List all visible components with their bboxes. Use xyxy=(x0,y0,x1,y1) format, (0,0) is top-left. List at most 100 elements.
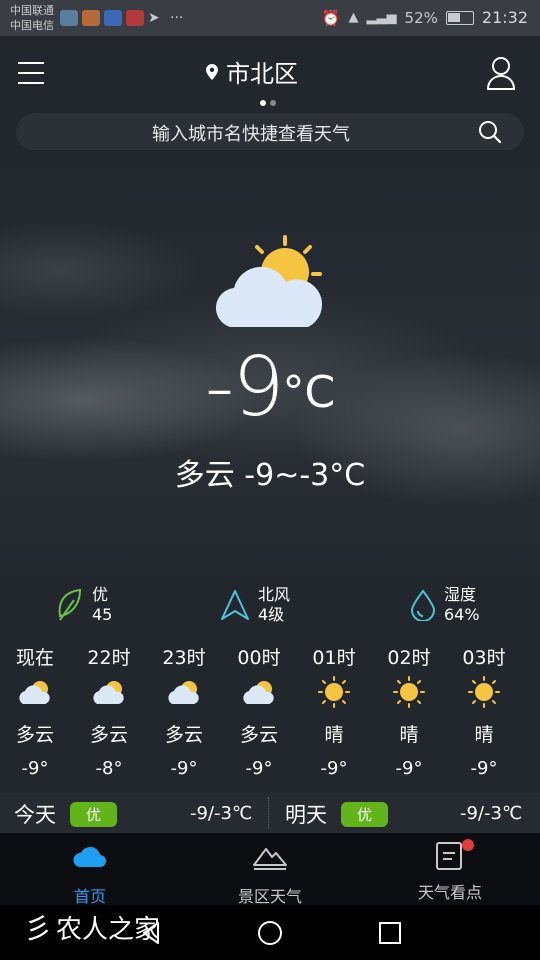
hour-time: 现在 xyxy=(15,647,54,669)
menu-button[interactable] xyxy=(18,62,44,84)
sunny-icon xyxy=(468,676,500,708)
cloudy-icon xyxy=(243,681,274,704)
hour-temperature: -9° xyxy=(320,758,348,779)
air-quality-stat[interactable]: 优 45 xyxy=(56,585,112,625)
news-icon xyxy=(432,839,474,871)
hourly-forecast[interactable]: 现在 多云 -9° 22时 多云 -8° 23时 多云 -9° 00时 多云 -… xyxy=(0,640,540,790)
hour-time: 22时 xyxy=(87,647,131,669)
tab-home[interactable]: 首页 xyxy=(30,841,150,907)
hour-condition: 多云 xyxy=(239,724,278,746)
tomorrow-aqi-badge: 优 xyxy=(341,801,389,827)
partly-cloudy-icon xyxy=(215,235,323,327)
sunny-icon xyxy=(318,676,350,708)
humidity-stat[interactable]: 湿度 64% xyxy=(410,585,480,625)
current-temperature: -9°C xyxy=(0,340,540,435)
hour-condition: 多云 xyxy=(89,724,128,746)
mountain-icon xyxy=(253,848,287,870)
forecast-divider xyxy=(268,797,269,829)
today-forecast[interactable]: 今天 优 xyxy=(14,799,118,829)
current-condition-summary: 多云 -9~-3°C xyxy=(174,458,366,493)
app-notification-icon xyxy=(60,10,78,26)
city-search-bar[interactable]: 输入城市名快捷查看天气 xyxy=(16,113,524,151)
back-icon[interactable] xyxy=(140,921,162,945)
battery-icon xyxy=(445,10,474,25)
status-bar: 中国联通 中国电信 ➤ ··· ⏰ ▲ ▂▃▅ 52% 21:32 xyxy=(0,0,540,36)
hour-time: 23时 xyxy=(162,647,206,669)
battery-percent: 52% xyxy=(404,8,438,27)
hour-temperature: -9° xyxy=(395,758,423,779)
page-indicator xyxy=(260,100,276,106)
cloudy-icon xyxy=(19,681,50,704)
alarm-icon: ⏰ xyxy=(321,8,341,27)
app-notification-icon xyxy=(82,10,100,26)
location-pin-icon xyxy=(206,63,218,80)
hour-condition: 晴 xyxy=(399,724,419,746)
humidity-label: 湿度 xyxy=(444,585,477,604)
leaf-icon xyxy=(58,588,82,621)
hour-condition: 多云 xyxy=(164,724,203,746)
today-label: 今天 xyxy=(14,803,56,827)
cloudy-icon xyxy=(168,681,199,704)
tab-highlights-label: 天气看点 xyxy=(417,883,482,902)
top-bar: 市北区 xyxy=(0,36,540,110)
page-dot xyxy=(270,100,276,106)
menu-icon xyxy=(18,62,44,64)
tab-scenic-weather[interactable]: 景区天气 xyxy=(210,841,330,907)
tomorrow-label: 明天 xyxy=(285,803,327,827)
page-dot-active xyxy=(260,100,266,106)
sunny-icon xyxy=(393,676,425,708)
hour-time: 00时 xyxy=(237,647,281,669)
wind-level: 4级 xyxy=(258,605,285,624)
weather-stats: 优 45 北风 4级 湿度 64% xyxy=(0,585,540,635)
cloud-icon xyxy=(73,846,106,867)
today-temp-range: -9/-3℃ xyxy=(190,803,253,824)
search-placeholder: 输入城市名快捷查看天气 xyxy=(152,124,350,145)
daily-forecast-strip: 今天 优 -9/-3℃ 明天 优 -9/-3℃ xyxy=(0,793,540,833)
hour-temperature: -8° xyxy=(95,758,123,779)
carrier-1: 中国联通 xyxy=(10,4,54,17)
location-name: 市北区 xyxy=(226,60,298,88)
hour-condition: 晴 xyxy=(324,724,344,746)
app-notification-icon xyxy=(104,10,122,26)
location-selector[interactable]: 市北区 xyxy=(206,54,298,89)
bottom-tab-bar: 首页 景区天气 天气看点 xyxy=(0,833,540,907)
wifi-icon: ▲ xyxy=(348,10,359,25)
carrier-2: 中国电信 xyxy=(10,19,54,32)
tab-scenic-label: 景区天气 xyxy=(237,887,302,906)
temperature-unit: °C xyxy=(282,367,336,418)
signal-icon: ▂▃▅ xyxy=(366,10,397,25)
tab-weather-highlights[interactable]: 天气看点 xyxy=(390,839,510,903)
cloudy-icon xyxy=(93,681,124,704)
telegram-icon: ➤ xyxy=(148,10,160,26)
system-navigation-bar: 彡 农人之家 xyxy=(0,905,540,960)
wind-stat[interactable]: 北风 4级 xyxy=(220,585,290,625)
hour-condition: 晴 xyxy=(474,724,494,746)
recents-icon[interactable] xyxy=(379,922,401,944)
hour-time: 03时 xyxy=(462,647,506,669)
more-icon: ··· xyxy=(170,10,184,26)
hour-temperature: -9° xyxy=(470,758,498,779)
carrier-info: 中国联通 中国电信 xyxy=(10,3,54,33)
app-notification-icon xyxy=(126,10,144,26)
tab-home-label: 首页 xyxy=(73,887,106,906)
hour-temperature: -9° xyxy=(21,758,49,779)
temperature-value: -9 xyxy=(204,340,285,435)
aqi-label: 优 xyxy=(92,585,109,604)
aqi-value: 45 xyxy=(92,605,113,624)
tomorrow-forecast[interactable]: 明天 优 xyxy=(285,799,389,829)
search-icon[interactable] xyxy=(478,120,502,144)
hour-time: 02时 xyxy=(387,647,431,669)
notification-badge xyxy=(462,839,474,851)
wind-direction: 北风 xyxy=(258,585,291,604)
tomorrow-temp-range: -9/-3℃ xyxy=(460,803,523,824)
today-aqi-badge: 优 xyxy=(70,801,118,827)
hour-temperature: -9° xyxy=(170,758,198,779)
humidity-drop-icon xyxy=(410,589,436,621)
wind-direction-icon xyxy=(221,590,249,620)
home-icon[interactable] xyxy=(257,920,283,946)
clock: 21:32 xyxy=(481,8,528,27)
hour-condition: 多云 xyxy=(15,724,54,746)
watermark-logo-icon: 彡 xyxy=(24,912,53,945)
notification-icons: ➤ ··· xyxy=(60,10,183,26)
user-profile-icon[interactable] xyxy=(486,56,516,90)
